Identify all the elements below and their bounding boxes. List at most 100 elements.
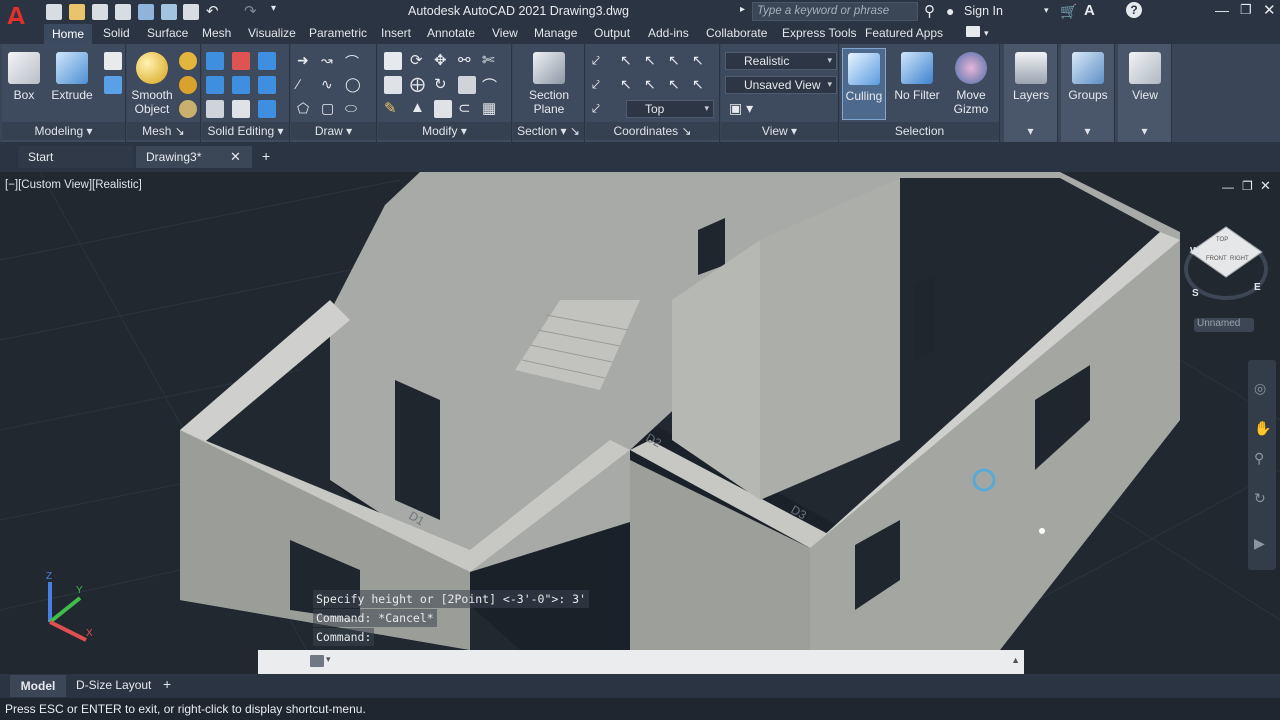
ucs-menu[interactable]: Unnamed: [1194, 318, 1254, 332]
trim-icon[interactable]: ✄: [482, 51, 495, 69]
panel-groups[interactable]: Groups ▾: [1061, 44, 1115, 142]
search-input[interactable]: Type a keyword or phrase: [752, 2, 918, 21]
command-history-toggle-icon[interactable]: ▲: [1011, 655, 1020, 665]
3d-polyline-icon[interactable]: ∕: [297, 76, 299, 92]
offset-icon[interactable]: ⊂: [458, 99, 471, 117]
polygon-icon[interactable]: ⬠: [297, 100, 309, 117]
view-button[interactable]: View: [1122, 52, 1168, 102]
ribbon-display-icon[interactable]: [966, 26, 980, 37]
command-input[interactable]: ▾ ▲: [258, 650, 1024, 674]
extract-edges-icon[interactable]: [258, 76, 276, 94]
close-icon[interactable]: ✕: [1263, 1, 1276, 19]
culling-button[interactable]: Culling: [842, 48, 886, 120]
ucs-world-icon[interactable]: ↖: [620, 52, 632, 69]
command-prompt-icon[interactable]: [310, 655, 324, 667]
separate-icon[interactable]: [258, 100, 276, 118]
slice-icon[interactable]: [258, 52, 276, 70]
panel-title-mesh[interactable]: Mesh ↘: [127, 122, 200, 140]
panel-layers[interactable]: Layers ▾: [1004, 44, 1058, 142]
3d-array-icon[interactable]: ▲: [410, 99, 425, 116]
presspull-icon[interactable]: [104, 76, 122, 94]
interfere-icon[interactable]: [232, 76, 250, 94]
layers-expand-icon[interactable]: ▾: [1004, 122, 1057, 140]
refine-mesh-icon[interactable]: [179, 100, 197, 118]
no-filter-button[interactable]: No Filter: [892, 52, 942, 102]
scale-icon[interactable]: [458, 76, 476, 94]
viewport-config-icon[interactable]: ▣ ▾: [729, 100, 753, 117]
ucs-zaxis-icon[interactable]: ↖: [644, 76, 656, 93]
move-gizmo-button[interactable]: Move Gizmo: [948, 52, 994, 116]
tab-surface[interactable]: Surface: [147, 26, 188, 40]
close-tab-icon[interactable]: ✕: [230, 149, 241, 165]
restore-icon[interactable]: ❐: [1240, 2, 1252, 18]
panel-title-modify[interactable]: Modify ▾: [378, 122, 511, 140]
ucs-named-icon[interactable]: ↖: [692, 52, 704, 69]
line-icon[interactable]: ➜: [297, 52, 309, 69]
ucs-view-icon[interactable]: ⤦: [592, 76, 600, 93]
undo-icon[interactable]: ↶: [206, 2, 219, 20]
erase-icon[interactable]: ✎: [384, 99, 397, 117]
plot-icon[interactable]: [183, 4, 199, 20]
viewport-close-icon[interactable]: ✕: [1260, 178, 1271, 194]
move-icon[interactable]: ✥: [434, 51, 447, 69]
panel-title-solid-editing[interactable]: Solid Editing ▾: [202, 122, 289, 140]
new-tab-icon[interactable]: +: [262, 148, 270, 164]
3d-align-icon[interactable]: ⨁: [410, 75, 425, 93]
panel-title-draw[interactable]: Draw ▾: [291, 122, 376, 140]
thicken-icon[interactable]: [206, 100, 224, 118]
steering-wheel-icon[interactable]: ◎: [1254, 380, 1266, 397]
save-icon[interactable]: [92, 4, 108, 20]
visual-style-dropdown[interactable]: Realistic ▾: [725, 52, 837, 70]
tab-collaborate[interactable]: Collaborate: [706, 26, 767, 40]
tab-parametric[interactable]: Parametric: [309, 26, 367, 40]
spline-icon[interactable]: ∿: [321, 76, 333, 93]
viewcube-front-face[interactable]: FRONT: [1206, 256, 1227, 262]
box-button[interactable]: Box: [6, 52, 42, 102]
stretch-icon[interactable]: [384, 76, 402, 94]
ucs-z-icon[interactable]: ↖: [692, 76, 704, 93]
smooth-more-icon[interactable]: [179, 52, 197, 70]
polysolid-icon[interactable]: [104, 52, 122, 70]
tab-model[interactable]: Model: [10, 675, 66, 697]
tab-manage[interactable]: Manage: [534, 26, 577, 40]
extrude-button[interactable]: Extrude: [50, 52, 94, 102]
expand-search-icon[interactable]: ▸: [740, 4, 745, 15]
tab-express-tools[interactable]: Express Tools: [782, 26, 856, 40]
ucs-face-icon[interactable]: ⤦: [592, 100, 600, 117]
ucs-3point-icon[interactable]: ↖: [644, 52, 656, 69]
tab-visualize[interactable]: Visualize: [248, 26, 296, 40]
array-icon[interactable]: ▦: [482, 99, 496, 117]
arc-icon[interactable]: ⌒: [345, 52, 359, 72]
cart-icon[interactable]: 🛒: [1060, 3, 1077, 20]
open-web-icon[interactable]: [138, 4, 154, 20]
3d-move-icon[interactable]: ⚯: [458, 51, 471, 69]
save-as-icon[interactable]: [115, 4, 131, 20]
union-icon[interactable]: [206, 52, 224, 70]
3d-rotate-icon[interactable]: ⟳: [410, 51, 423, 69]
tab-mesh[interactable]: Mesh: [202, 26, 231, 40]
tab-view[interactable]: View: [492, 26, 518, 40]
rotate-icon[interactable]: ↻: [434, 75, 447, 93]
panel-title-modeling[interactable]: Modeling ▾: [2, 122, 125, 140]
save-web-icon[interactable]: [161, 4, 177, 20]
panel-title-coordinates[interactable]: Coordinates ↘: [586, 122, 719, 140]
groups-button[interactable]: Groups: [1065, 52, 1111, 102]
autodesk-a360-icon[interactable]: A: [1084, 2, 1095, 19]
viewport-restore-icon[interactable]: ❐: [1242, 179, 1253, 193]
groups-expand-icon[interactable]: ▾: [1061, 122, 1114, 140]
new-icon[interactable]: [46, 4, 62, 20]
open-icon[interactable]: [69, 4, 85, 20]
viewport-minimize-icon[interactable]: —: [1222, 180, 1234, 194]
help-icon[interactable]: ?: [1126, 2, 1142, 18]
tab-annotate[interactable]: Annotate: [427, 26, 475, 40]
circle-icon[interactable]: ◯: [345, 76, 361, 93]
panel-view-menu[interactable]: View ▾: [1118, 44, 1172, 142]
named-view-dropdown[interactable]: Unsaved View ▾: [725, 76, 837, 94]
ucs-origin-icon[interactable]: ↖: [620, 76, 632, 93]
smooth-object-button[interactable]: Smooth Object: [129, 52, 175, 116]
view-direction-dropdown[interactable]: Top ▾: [626, 100, 714, 118]
tab-home[interactable]: Home: [44, 24, 92, 44]
showmotion-icon[interactable]: ▶: [1254, 535, 1265, 552]
layers-button[interactable]: Layers: [1008, 52, 1054, 102]
subtract-icon[interactable]: [232, 52, 250, 70]
